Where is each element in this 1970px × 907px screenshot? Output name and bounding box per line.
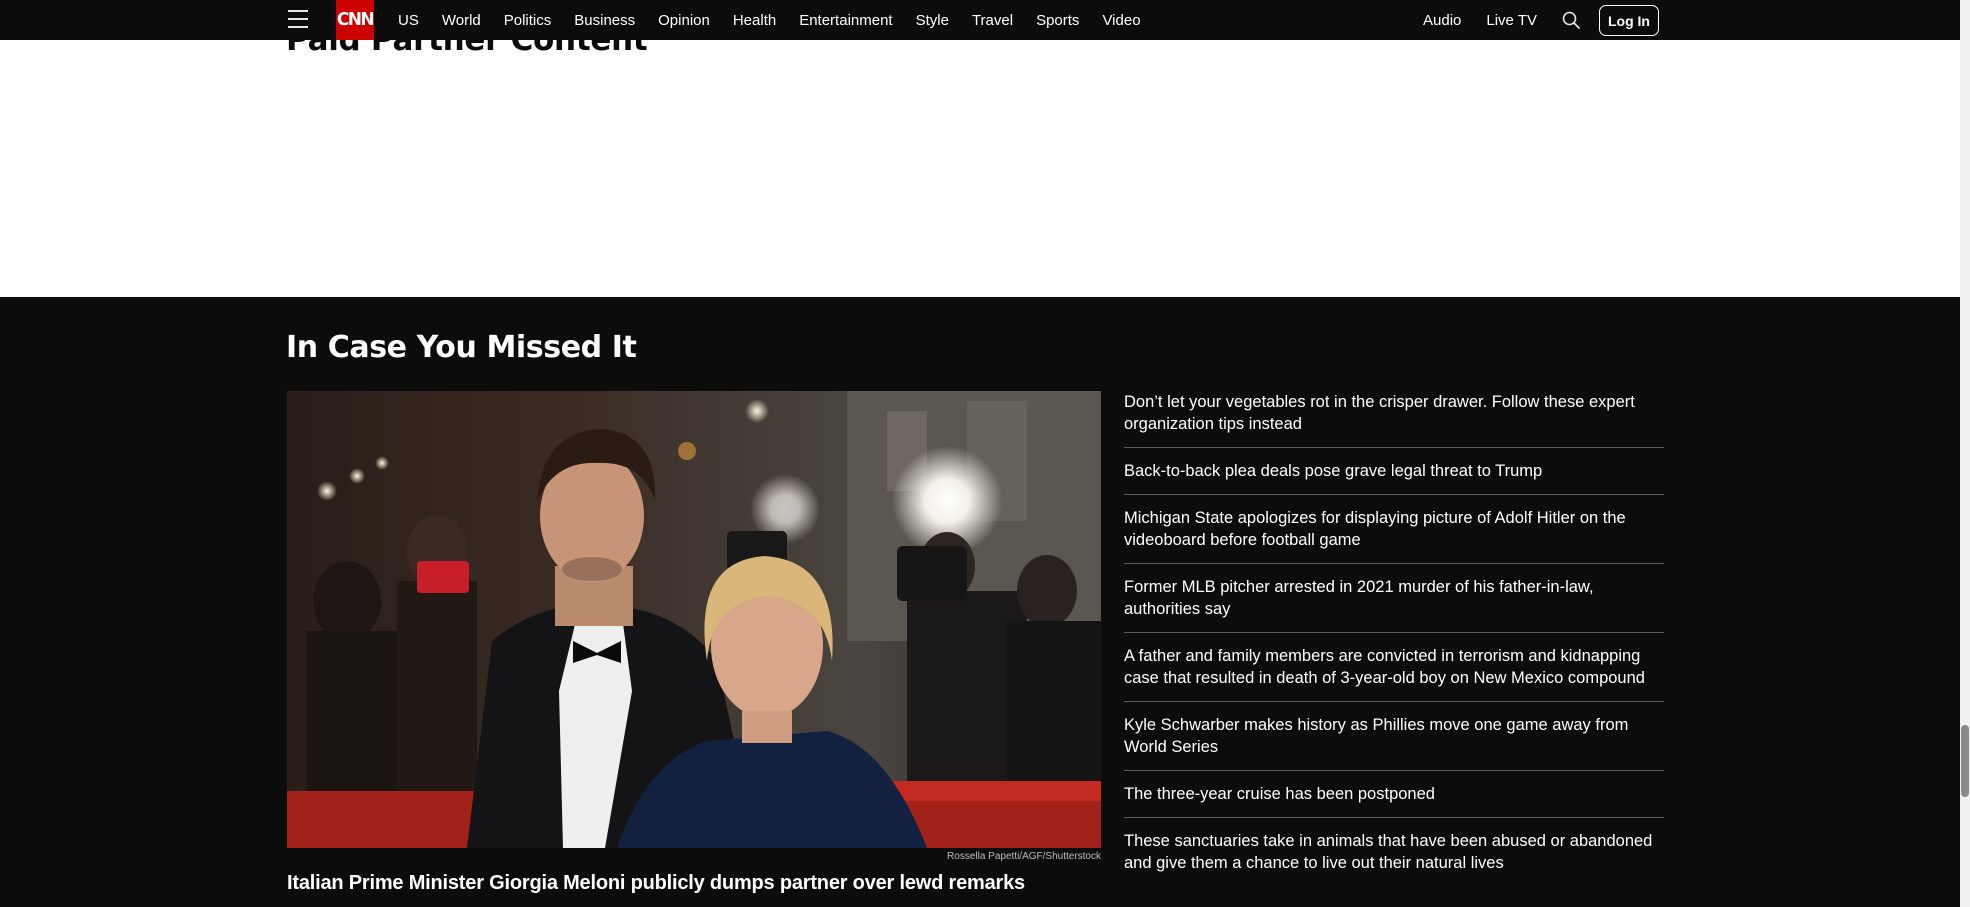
cnn-logo-text: CNN <box>336 9 375 31</box>
story-link[interactable]: Back-to-back plea deals pose grave legal… <box>1124 460 1664 482</box>
nav-link-style[interactable]: Style <box>916 12 949 29</box>
story-divider <box>1124 701 1664 702</box>
nav-link-world[interactable]: World <box>442 12 481 29</box>
hero-headline[interactable]: Italian Prime Minister Giorgia Meloni pu… <box>287 872 1025 895</box>
story-list: Don’t let your vegetables rot in the cri… <box>1124 391 1664 874</box>
cnn-logo[interactable]: CNN <box>336 0 375 40</box>
nav-link-audio[interactable]: Audio <box>1423 12 1461 29</box>
story-divider <box>1124 563 1664 564</box>
nav-link-sports[interactable]: Sports <box>1036 12 1079 29</box>
nav-link-business[interactable]: Business <box>574 12 635 29</box>
story-link[interactable]: Don’t let your vegetables rot in the cri… <box>1124 391 1664 435</box>
section-nav: US World Politics Business Opinion Healt… <box>398 0 1164 40</box>
nav-link-entertainment[interactable]: Entertainment <box>799 12 892 29</box>
story-link[interactable]: Kyle Schwarber makes history as Phillies… <box>1124 714 1664 758</box>
story-divider <box>1124 632 1664 633</box>
scrollbar-thumb[interactable] <box>1961 725 1969 797</box>
nav-link-us[interactable]: US <box>398 12 419 29</box>
hero-image[interactable] <box>287 391 1101 848</box>
nav-link-video[interactable]: Video <box>1102 12 1140 29</box>
story-divider <box>1124 770 1664 771</box>
search-icon[interactable] <box>1562 11 1580 29</box>
nav-link-live-tv[interactable]: Live TV <box>1486 12 1537 29</box>
story-link[interactable]: Michigan State apologizes for displaying… <box>1124 507 1664 551</box>
nav-link-opinion[interactable]: Opinion <box>658 12 710 29</box>
story-link[interactable]: The three-year cruise has been postponed <box>1124 783 1664 805</box>
nav-utilities: Audio Live TV Log In <box>1423 0 1659 40</box>
login-button[interactable]: Log In <box>1598 4 1659 36</box>
story-link[interactable]: These sanctuaries take in animals that h… <box>1124 830 1664 874</box>
menu-icon[interactable] <box>288 10 308 28</box>
nav-link-travel[interactable]: Travel <box>972 12 1013 29</box>
story-link[interactable]: A father and family members are convicte… <box>1124 645 1664 689</box>
story-divider <box>1124 447 1664 448</box>
story-divider <box>1124 494 1664 495</box>
photo-credit: Rossella Papetti/AGF/Shutterstock <box>947 851 1101 862</box>
nav-link-politics[interactable]: Politics <box>504 12 552 29</box>
partner-content-section: Paid Partner Content <box>0 0 1960 297</box>
top-navigation: CNN US World Politics Business Opinion H… <box>0 0 1960 40</box>
story-link[interactable]: Former MLB pitcher arrested in 2021 murd… <box>1124 576 1664 620</box>
nav-link-health[interactable]: Health <box>733 12 776 29</box>
icymi-section-title: In Case You Missed It <box>286 330 637 365</box>
story-divider <box>1124 817 1664 818</box>
